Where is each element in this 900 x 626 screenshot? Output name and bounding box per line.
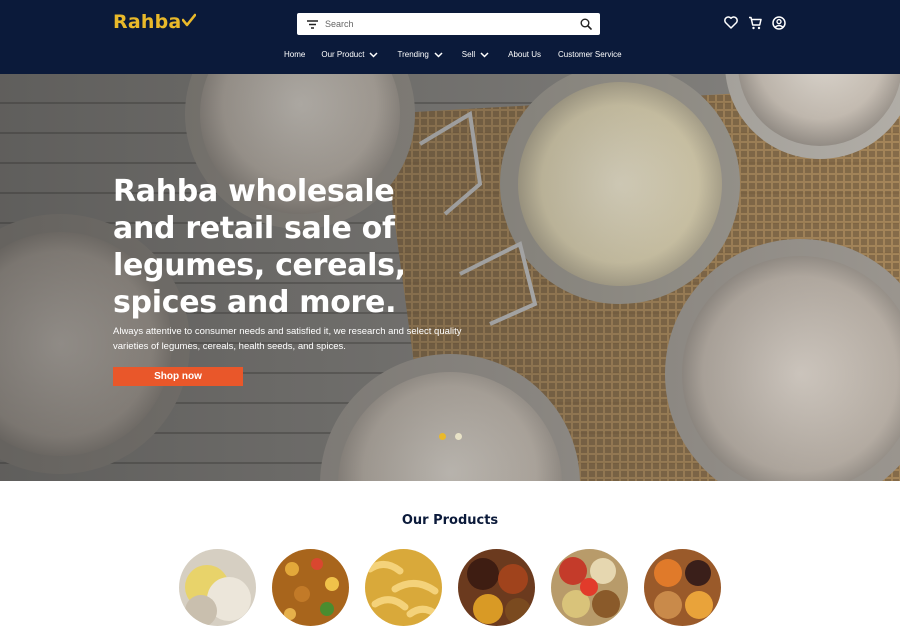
hero-subtitle: Always attentive to consumer needs and s…: [113, 326, 462, 352]
chevron-down-icon: [369, 51, 379, 58]
nav-label: Customer Service: [558, 50, 622, 59]
nav-item-home[interactable]: Home: [284, 50, 305, 59]
nav-label: About Us: [508, 50, 542, 59]
nav-item-our-product[interactable]: Our Product: [321, 50, 379, 59]
brand-logo[interactable]: Rahba: [113, 11, 197, 33]
nav-item-about-us[interactable]: About Us: [508, 50, 541, 59]
nav-item-trending[interactable]: Trending: [397, 50, 443, 59]
nav-label: Sell: [461, 50, 476, 59]
carousel-dot-1[interactable]: [439, 433, 446, 440]
hero-banner: Rahba wholesale and retail sale of legum…: [0, 74, 900, 481]
nav-label: Trending: [397, 50, 429, 59]
top-navbar: Rahba Home Our Product: [0, 0, 900, 74]
filter-icon[interactable]: [300, 13, 324, 35]
header-actions: [723, 15, 786, 30]
chevron-down-icon: [434, 51, 443, 58]
heart-icon[interactable]: [723, 15, 738, 30]
account-icon[interactable]: [771, 15, 786, 30]
shop-now-button[interactable]: Shop now: [113, 367, 243, 386]
logo-swoosh-icon: [182, 11, 197, 33]
section-title: Our Products: [401, 513, 499, 528]
cart-icon[interactable]: [747, 15, 762, 30]
nav-item-customer-service[interactable]: Customer Service: [558, 50, 622, 59]
product-category-dried-fruits[interactable]: [644, 549, 721, 626]
search-input[interactable]: [324, 19, 575, 29]
product-category-cereals[interactable]: [272, 549, 349, 626]
product-category-list: [179, 549, 721, 626]
carousel-dot-2[interactable]: [455, 433, 462, 440]
carousel-dots: [439, 433, 462, 440]
search-bar: [297, 13, 600, 35]
main-nav: Home Our Product Trending Sell About Us …: [284, 50, 622, 59]
chevron-down-icon: [480, 51, 489, 58]
hero-title: Rahba wholesale and retail sale of legum…: [113, 174, 406, 320]
nav-item-sell[interactable]: Sell: [462, 50, 489, 59]
nav-label: Home: [284, 50, 306, 59]
product-category-pasta[interactable]: [365, 549, 442, 626]
search-icon[interactable]: [575, 13, 597, 35]
nav-label: Our Product: [321, 50, 365, 59]
product-category-legumes[interactable]: [551, 549, 628, 626]
product-category-flours[interactable]: [179, 549, 256, 626]
logo-text: Rahba: [113, 11, 182, 33]
product-category-spices[interactable]: [458, 549, 535, 626]
